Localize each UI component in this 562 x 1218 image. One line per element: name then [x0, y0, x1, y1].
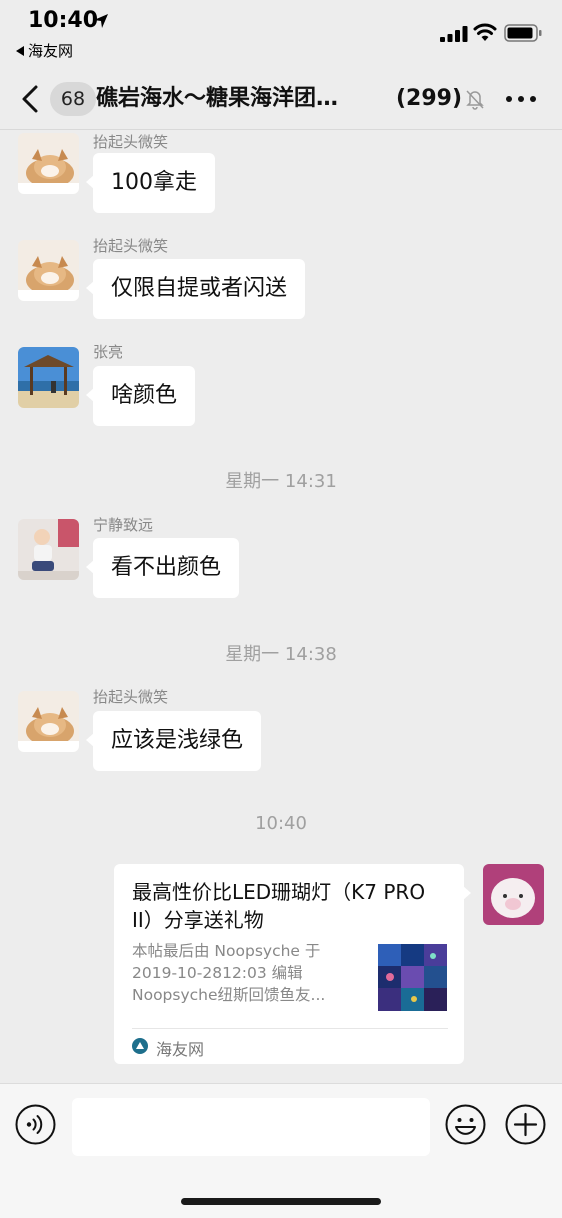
sender-name: 张亮	[93, 343, 124, 361]
message-bubble[interactable]: 仅限自提或者闪送	[85, 259, 306, 319]
link-card[interactable]: 最高性价比LED珊瑚灯（K7 PRO II）分享送礼物 本帖最后由 Noopsy…	[114, 864, 471, 1064]
avatar-puppy-icon[interactable]	[18, 691, 79, 752]
message-bubble[interactable]: 啥颜色	[85, 366, 196, 426]
cellular-signal-icon	[440, 26, 468, 42]
avatar-child-icon[interactable]	[18, 519, 79, 580]
link-card-desc-line: 2019-10-2812:03 编辑	[132, 964, 303, 982]
avatar-puppy-icon[interactable]	[18, 133, 79, 194]
status-bar: 10:40 海友网	[0, 0, 562, 70]
mute-bell-icon	[466, 90, 484, 110]
message-bubble[interactable]: 看不出颜色	[85, 538, 240, 598]
status-time: 10:40	[28, 8, 99, 33]
unread-count-badge[interactable]: 68	[50, 82, 96, 116]
link-card-thumbnail	[378, 944, 447, 1011]
plus-icon[interactable]	[505, 1104, 546, 1145]
back-chevron-icon[interactable]	[18, 84, 44, 114]
message-input[interactable]	[72, 1098, 430, 1156]
link-card-desc-line: 本帖最后由 Noopsyche 于	[132, 942, 321, 960]
battery-icon	[504, 24, 542, 42]
avatar-puppy-icon[interactable]	[18, 240, 79, 301]
link-card-source: 海友网	[156, 1040, 205, 1059]
link-card-title: 最高性价比LED珊瑚灯（K7 PRO II）分享送礼物	[132, 880, 426, 932]
sender-name: 抬起头微笑	[93, 237, 169, 255]
sender-name: 抬起头微笑	[93, 133, 169, 151]
sender-name: 宁静致远	[93, 516, 154, 534]
emoji-icon[interactable]	[445, 1104, 486, 1145]
location-arrow-icon	[94, 14, 108, 28]
chat-title: 礁岩海水～糖果海洋团…	[96, 86, 339, 111]
link-card-desc-line: Noopsyche纽斯回馈鱼友...	[132, 986, 326, 1004]
back-triangle-icon	[16, 45, 24, 56]
member-count: (299)	[396, 86, 463, 111]
source-app-icon	[132, 1038, 148, 1054]
message-bubble[interactable]: 应该是浅绿色	[85, 711, 262, 771]
back-to-app-link[interactable]: 海友网	[16, 40, 73, 61]
home-indicator[interactable]	[181, 1198, 381, 1205]
sender-name: 抬起头微笑	[93, 688, 169, 706]
time-separator: 星期一 14:31	[225, 471, 337, 492]
message-bubble[interactable]: 100拿走	[86, 153, 215, 213]
link-card-divider	[132, 1028, 448, 1029]
back-to-app-label: 海友网	[28, 42, 74, 60]
chat-message-list[interactable]: 抬起头微笑 100拿走 抬起头微笑 仅限自提或者闪送 张亮 啥颜色 星期一 14…	[0, 131, 562, 1083]
wifi-icon	[473, 23, 497, 41]
voice-input-icon[interactable]	[15, 1104, 56, 1145]
more-dots-icon[interactable]	[504, 88, 538, 110]
link-card-description: 本帖最后由 Noopsyche 于 2019-10-2812:03 编辑 Noo…	[132, 940, 364, 1006]
time-separator: 10:40	[255, 813, 307, 834]
avatar-beach-pavilion-icon[interactable]	[18, 347, 79, 408]
time-separator: 星期一 14:38	[225, 644, 337, 665]
avatar-self-icon[interactable]	[483, 864, 544, 925]
chat-header: 68 礁岩海水～糖果海洋团… (299)	[0, 70, 562, 130]
